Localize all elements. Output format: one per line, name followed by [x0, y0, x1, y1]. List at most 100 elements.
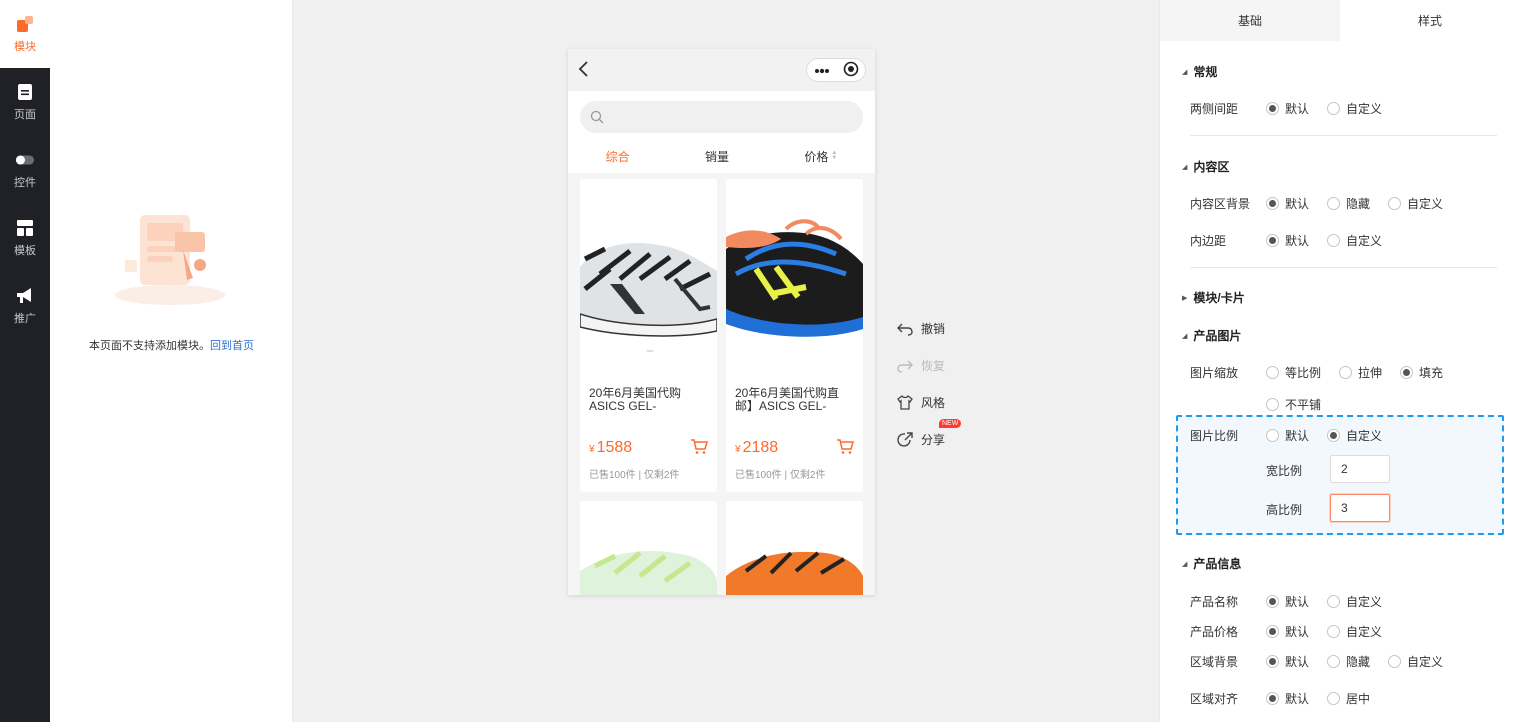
tab-price[interactable]: 价格 ▲ ▼ — [804, 148, 837, 165]
section-general[interactable]: ◢ 常规 — [1182, 63, 1217, 80]
search-input[interactable] — [580, 101, 863, 133]
radio-default[interactable]: 默认 — [1266, 195, 1309, 212]
product-card[interactable] — [580, 501, 717, 595]
radio-custom[interactable]: 自定义 — [1327, 232, 1382, 249]
template-icon — [15, 219, 35, 237]
page-icon — [15, 83, 35, 101]
tab-overall[interactable]: 综合 — [606, 148, 630, 165]
tab-sales[interactable]: 销量 — [705, 148, 729, 165]
phone-header — [568, 49, 875, 91]
radio-stretch[interactable]: 拉伸 — [1339, 364, 1382, 381]
share-button[interactable]: 分享 NEW — [897, 419, 987, 458]
opt-label: 填充 — [1419, 366, 1444, 380]
section-image[interactable]: ◢ 产品图片 — [1182, 327, 1241, 344]
toggle-icon — [15, 151, 35, 169]
radio-custom[interactable]: 自定义 — [1327, 623, 1382, 640]
row-label: 内边距 — [1190, 234, 1227, 248]
search-icon — [590, 110, 604, 124]
row-label: 图片缩放 — [1190, 366, 1239, 380]
radio-circle — [1327, 595, 1341, 608]
nav-item-promote[interactable]: 推广 — [0, 272, 50, 340]
radio-custom[interactable]: 自定义 — [1388, 653, 1443, 670]
tab-style[interactable]: 样式 — [1340, 0, 1520, 41]
opt-label: 默认 — [1285, 234, 1310, 248]
opt-label: 默认 — [1285, 692, 1310, 706]
radio-no-tile[interactable]: 不平铺 — [1266, 396, 1321, 413]
close-target-icon[interactable] — [843, 61, 859, 80]
radio-default[interactable]: 默认 — [1266, 100, 1309, 117]
cart-icon[interactable] — [836, 438, 854, 458]
nav-label: 模块 — [14, 40, 36, 53]
product-card[interactable]: 20年6月美国代购ASICS GEL-QUANTUM 1... ¥1588 已售… — [580, 179, 717, 492]
row-padding: 内边距 默认 自定义 — [1190, 232, 1400, 249]
product-card[interactable]: 20年6月美国代购直邮】ASICS GEL-QU... ¥2188 已售100件… — [726, 179, 863, 492]
radio-center[interactable]: 居中 — [1327, 690, 1370, 707]
row-label: 高比例 — [1266, 503, 1303, 517]
opt-label: 默认 — [1285, 655, 1310, 669]
nav-item-template[interactable]: 模板 — [0, 204, 50, 272]
nav-item-modules[interactable]: 模块 — [0, 0, 50, 68]
product-image — [726, 179, 863, 379]
radio-custom[interactable]: 自定义 — [1327, 427, 1382, 444]
radio-default[interactable]: 默认 — [1266, 653, 1309, 670]
row-label: 产品价格 — [1190, 625, 1239, 639]
row-product-price: 产品价格 默认 自定义 — [1190, 623, 1400, 640]
back-home-link[interactable]: 回到首页 — [210, 340, 254, 352]
radio-default[interactable]: 默认 — [1266, 232, 1309, 249]
empty-message: 本页面不支持添加模块。 — [89, 340, 210, 352]
radio-circle — [1327, 625, 1341, 638]
divider — [1190, 135, 1497, 136]
section-content[interactable]: ◢ 内容区 — [1182, 158, 1229, 175]
row-label: 内容区背景 — [1190, 197, 1251, 211]
radio-fill[interactable]: 填充 — [1400, 364, 1443, 381]
radio-default[interactable]: 默认 — [1266, 593, 1309, 610]
radio-default[interactable]: 默认 — [1266, 623, 1309, 640]
opt-label: 自定义 — [1346, 595, 1383, 609]
left-nav: 模块 页面 控件 模板 推广 — [0, 0, 50, 722]
nav-item-page[interactable]: 页面 — [0, 68, 50, 136]
radio-hide[interactable]: 隐藏 — [1327, 195, 1370, 212]
section-card[interactable]: ▶ 模块/卡片 — [1182, 289, 1245, 306]
row-content-bg: 内容区背景 默认 隐藏 自定义 — [1190, 195, 1461, 212]
radio-circle — [1266, 429, 1279, 442]
price-value: 2188 — [742, 439, 779, 456]
tab-basic[interactable]: 基础 — [1160, 0, 1340, 41]
radio-default[interactable]: 默认 — [1266, 690, 1309, 707]
redo-button[interactable]: 恢复 — [897, 347, 987, 384]
megaphone-icon — [15, 287, 35, 305]
module-panel: 本页面不支持添加模块。回到首页 — [50, 0, 293, 722]
section-title: 产品图片 — [1193, 329, 1242, 343]
radio-circle — [1388, 197, 1402, 210]
height-ratio-input[interactable]: 3 — [1330, 494, 1390, 522]
nav-label: 控件 — [14, 176, 36, 189]
sort-tabs: 综合 销量 价格 ▲ ▼ — [568, 139, 875, 173]
product-image — [726, 501, 863, 595]
undo-icon — [897, 323, 913, 336]
nav-label: 模板 — [14, 244, 36, 257]
more-dots-icon[interactable] — [814, 63, 830, 77]
opt-label: 隐藏 — [1346, 655, 1371, 669]
radio-custom[interactable]: 自定义 — [1327, 100, 1382, 117]
row-height-ratio: 高比例 — [1266, 501, 1302, 518]
opt-label: 默认 — [1285, 429, 1310, 443]
redo-label: 恢复 — [921, 359, 946, 373]
nav-item-controls[interactable]: 控件 — [0, 136, 50, 204]
row-image-scale: 图片缩放 等比例 拉伸 填充 — [1190, 364, 1461, 381]
product-title: 20年6月美国代购ASICS GEL-QUANTUM 1... — [589, 387, 682, 413]
undo-button[interactable]: 撤销 — [897, 310, 987, 347]
cart-icon[interactable] — [690, 438, 708, 458]
section-title: 常规 — [1193, 65, 1218, 79]
canvas-toolbar: 撤销 恢复 风格 分享 NEW — [897, 310, 987, 458]
style-button[interactable]: 风格 — [897, 384, 987, 421]
radio-hide[interactable]: 隐藏 — [1327, 653, 1370, 670]
back-arrow-icon[interactable] — [578, 59, 590, 79]
radio-default[interactable]: 默认 — [1266, 427, 1309, 444]
editor-canvas: 综合 销量 价格 ▲ ▼ 20年6月美国代购ASICS GEL- ¥ 1588 … — [293, 0, 1159, 722]
section-info[interactable]: ◢ 产品信息 — [1182, 555, 1241, 572]
product-card[interactable] — [726, 501, 863, 595]
width-ratio-input[interactable]: 2 — [1330, 455, 1390, 483]
radio-circle — [1266, 595, 1279, 608]
radio-custom[interactable]: 自定义 — [1388, 195, 1443, 212]
radio-custom[interactable]: 自定义 — [1327, 593, 1382, 610]
radio-proportional[interactable]: 等比例 — [1266, 364, 1321, 381]
